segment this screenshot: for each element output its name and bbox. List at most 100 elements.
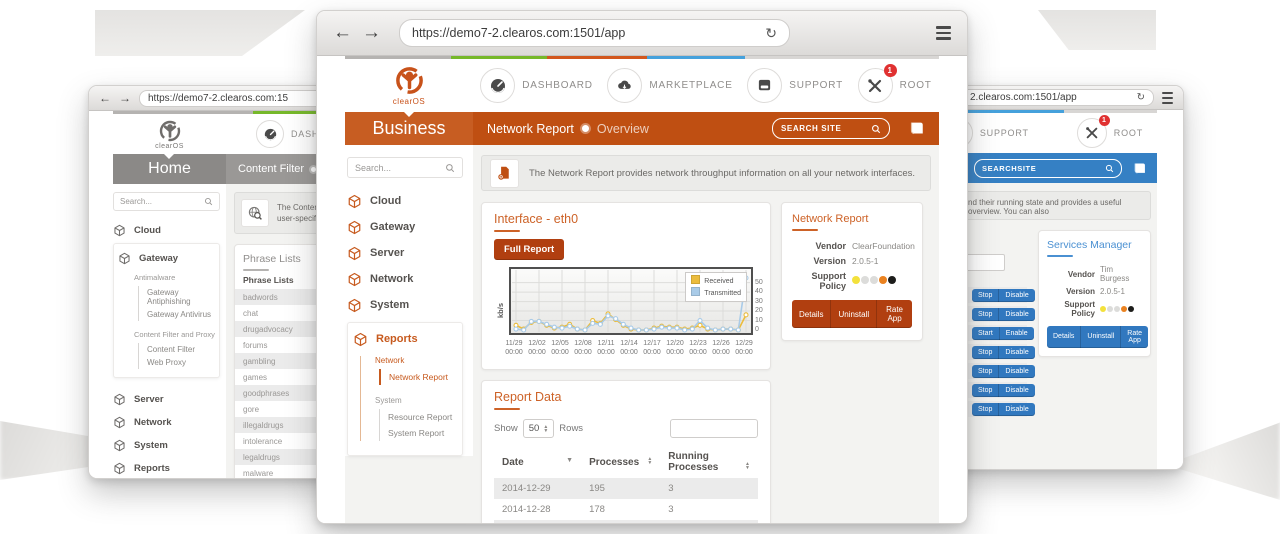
sidebar-item-server[interactable]: Server bbox=[113, 388, 220, 411]
service-disable-button[interactable]: Disable bbox=[998, 346, 1034, 359]
tree-link-system-report[interactable]: System Report bbox=[379, 425, 457, 441]
tree-link-network-report[interactable]: Network Report bbox=[379, 369, 457, 385]
tree-link-gateway-antivirus[interactable]: Gateway Antivirus bbox=[138, 308, 215, 321]
sidebar-item-reports[interactable]: Reports bbox=[113, 457, 220, 479]
clearos-logo[interactable]: clearOS bbox=[113, 114, 226, 154]
back-button[interactable]: ← bbox=[333, 22, 352, 44]
service-start-button[interactable]: Start bbox=[972, 327, 999, 340]
services-manager-panel: Services Manager Vendor Tim Burgess Vers… bbox=[1038, 230, 1151, 357]
tree-link-resource-report[interactable]: Resource Report bbox=[379, 409, 457, 425]
tree-group-network[interactable]: Network bbox=[375, 356, 457, 365]
cube-icon bbox=[347, 272, 362, 287]
breadcrumb-app[interactable]: Network Report bbox=[487, 122, 574, 136]
clearos-logo[interactable]: clearOS bbox=[345, 59, 473, 112]
cube-icon bbox=[113, 393, 126, 406]
tree-link-web-proxy[interactable]: Web Proxy bbox=[138, 356, 215, 369]
background-shape-top-left bbox=[95, 10, 305, 56]
info-box: The Network Report provides network thro… bbox=[481, 155, 931, 191]
tree-group-content-filter-proxy[interactable]: Content Filter and Proxy bbox=[134, 330, 215, 339]
version-value: 2.0.5-1 bbox=[852, 256, 878, 266]
service-disable-button[interactable]: Disable bbox=[998, 384, 1034, 397]
sidebar-item-reports[interactable]: Reports bbox=[353, 329, 457, 349]
url-bar[interactable]: 2.clearos.com:1501/app ↻ bbox=[941, 89, 1154, 106]
column-header-date[interactable]: Date▼ bbox=[494, 446, 581, 478]
search-icon bbox=[871, 124, 881, 134]
sidebar-item-cloud[interactable]: Cloud bbox=[347, 188, 463, 214]
rows-label: Rows bbox=[559, 423, 583, 434]
details-button[interactable]: Details bbox=[792, 300, 830, 328]
user-guide-icon[interactable] bbox=[1132, 162, 1147, 175]
sidebar-item-system[interactable]: System bbox=[347, 292, 463, 318]
sidebar-item-cloud[interactable]: Cloud bbox=[113, 219, 220, 241]
cube-icon bbox=[113, 439, 126, 452]
details-button[interactable]: Details bbox=[1047, 326, 1080, 348]
cube-icon bbox=[347, 246, 362, 261]
site-search-input[interactable]: SEARCHSITE bbox=[974, 159, 1122, 178]
sidebar-search-input[interactable]: Search... bbox=[113, 192, 220, 211]
version-value: 2.0.5-1 bbox=[1100, 287, 1125, 296]
url-bar[interactable]: https://demo7-2.clearos.com:1501/app ↻ bbox=[399, 19, 790, 47]
sidebar-item-server[interactable]: Server bbox=[347, 240, 463, 266]
panel-title: Interface - eth0 bbox=[494, 212, 758, 226]
service-stop-button[interactable]: Stop bbox=[972, 403, 998, 416]
reload-icon[interactable]: ↻ bbox=[1137, 92, 1145, 103]
active-tab-notch bbox=[404, 112, 414, 117]
sidebar-item-system[interactable]: System bbox=[113, 434, 220, 457]
sidebar-item-network[interactable]: Network bbox=[113, 411, 220, 434]
uninstall-button[interactable]: Uninstall bbox=[1080, 326, 1120, 348]
browser-menu-icon[interactable] bbox=[936, 25, 951, 41]
service-stop-button[interactable]: Stop bbox=[972, 365, 998, 378]
service-buttons: Stop Disable bbox=[972, 365, 1035, 378]
cube-icon bbox=[113, 224, 126, 237]
chart-plot-area: Received Transmitted 01020304050 bbox=[509, 267, 753, 335]
clearos-logo-icon bbox=[158, 119, 182, 143]
search-icon bbox=[204, 197, 213, 206]
service-disable-button[interactable]: Disable bbox=[998, 289, 1034, 302]
sidebar-item-network[interactable]: Network bbox=[347, 266, 463, 292]
back-button[interactable]: ← bbox=[99, 91, 111, 105]
tree-link-gateway-antiphishing[interactable]: Gateway Antiphishing bbox=[138, 286, 215, 308]
nav-root[interactable]: 1 ROOT bbox=[1077, 118, 1143, 148]
cube-icon bbox=[353, 332, 368, 347]
interface-eth0-panel: Interface - eth0 Full Report kb/s Receiv… bbox=[481, 202, 771, 370]
nav-root[interactable]: 1 ROOT bbox=[858, 68, 932, 103]
column-header-running-processes[interactable]: Running Processes▲▼ bbox=[660, 446, 758, 478]
nav-support[interactable]: SUPPORT bbox=[747, 68, 843, 103]
tree-group-system[interactable]: System bbox=[375, 396, 457, 405]
table-row: 2014-12-271823 bbox=[494, 520, 758, 524]
content-filter-info-icon bbox=[241, 199, 269, 227]
tree-link-content-filter[interactable]: Content Filter bbox=[138, 343, 215, 356]
full-report-button[interactable]: Full Report bbox=[494, 239, 564, 260]
user-guide-icon[interactable] bbox=[908, 121, 925, 136]
tree-group-antimalware[interactable]: Antimalware bbox=[134, 273, 215, 282]
browser-menu-icon[interactable] bbox=[1162, 92, 1173, 104]
sidebar-item-gateway[interactable]: Gateway bbox=[118, 249, 215, 267]
reload-icon[interactable]: ↻ bbox=[765, 25, 777, 42]
sort-icon: ▲▼ bbox=[745, 462, 750, 470]
service-stop-button[interactable]: Stop bbox=[972, 346, 998, 359]
forward-button[interactable]: → bbox=[119, 91, 131, 105]
column-header-processes[interactable]: Processes▲▼ bbox=[581, 446, 660, 478]
service-disable-button[interactable]: Disable bbox=[998, 403, 1034, 416]
nav-marketplace[interactable]: MARKETPLACE bbox=[607, 68, 732, 103]
rows-select[interactable]: 50 ▲▼ bbox=[523, 419, 555, 438]
breadcrumb-app[interactable]: Content Filter bbox=[238, 163, 304, 175]
rate-app-button[interactable]: Rate App bbox=[876, 300, 912, 328]
table-filter-input[interactable] bbox=[670, 419, 758, 438]
rate-app-button[interactable]: Rate App bbox=[1120, 326, 1148, 348]
service-disable-button[interactable]: Disable bbox=[998, 365, 1034, 378]
edition-label: Business bbox=[345, 112, 473, 145]
sidebar-item-gateway[interactable]: Gateway bbox=[347, 214, 463, 240]
service-disable-button[interactable]: Disable bbox=[998, 308, 1034, 321]
service-stop-button[interactable]: Stop bbox=[972, 308, 998, 321]
service-enable-button[interactable]: Enable bbox=[999, 327, 1034, 340]
forward-button[interactable]: → bbox=[362, 22, 381, 44]
sidebar-search-input[interactable]: Search... bbox=[347, 157, 463, 178]
cube-icon bbox=[113, 462, 126, 475]
uninstall-button[interactable]: Uninstall bbox=[830, 300, 876, 328]
service-stop-button[interactable]: Stop bbox=[972, 289, 998, 302]
nav-dashboard[interactable]: DASHBOARD bbox=[480, 68, 593, 103]
site-search-input[interactable]: SEARCH SITE bbox=[772, 118, 890, 139]
service-stop-button[interactable]: Stop bbox=[972, 384, 998, 397]
service-buttons: Stop Disable bbox=[972, 403, 1035, 416]
